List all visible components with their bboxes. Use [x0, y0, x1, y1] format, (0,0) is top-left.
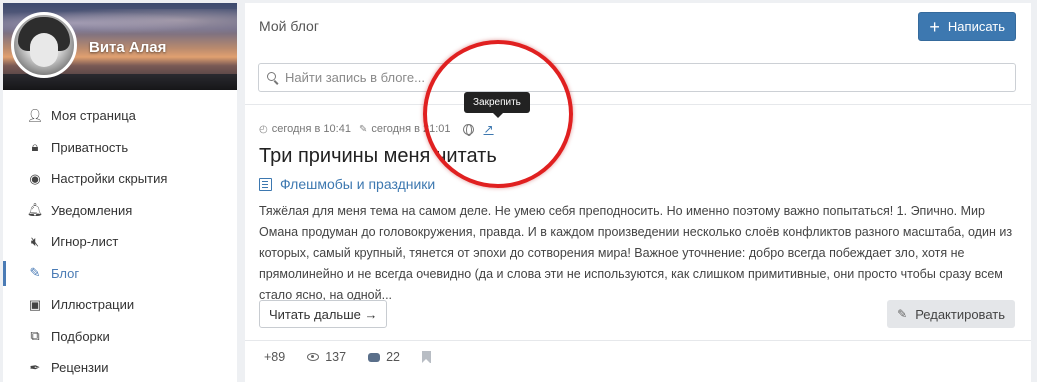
- pencil-icon: ✎: [358, 123, 368, 135]
- collections-icon: ⧉: [30, 328, 40, 344]
- avatar-face: [30, 33, 58, 67]
- profile-header[interactable]: Вита Алая: [3, 3, 237, 90]
- globe-icon[interactable]: [462, 123, 474, 136]
- eye-icon: [307, 353, 320, 361]
- bookmark[interactable]: [421, 351, 431, 363]
- post-excerpt: Тяжёлая для меня тема на самом деле. Не …: [259, 204, 1013, 302]
- sidebar: Вита Алая 👤︎ Моя страница 🔒︎ Приватность ◉…: [3, 3, 237, 382]
- views: 137: [307, 350, 346, 364]
- write-button[interactable]: + Написать: [918, 12, 1016, 41]
- sidebar-item-label: Игнор-лист: [51, 234, 119, 250]
- sidebar-item-notifications[interactable]: 🔔︎ Уведомления: [3, 195, 237, 227]
- post-edited-time: сегодня в 21:01: [371, 123, 451, 135]
- sidebar-item-my-page[interactable]: 👤︎ Моя страница: [3, 100, 237, 132]
- post-created-time: сегодня в 10:41: [271, 123, 351, 135]
- sidebar-item-reviews[interactable]: ✒ Рецензии: [3, 352, 237, 382]
- comments-count: 22: [386, 350, 400, 364]
- sidebar-item-label: Подборки: [51, 328, 110, 344]
- lock-icon: 🔒︎: [31, 139, 39, 155]
- sidebar-item-label: Приватность: [51, 139, 129, 155]
- document-icon: [259, 177, 272, 191]
- pencil-icon: ✎: [897, 307, 908, 321]
- sidebar-item-label: Уведомления: [51, 202, 133, 218]
- sidebar-item-label: Моя страница: [51, 108, 136, 124]
- sidebar-item-ignore-list[interactable]: 🔇︎ Игнор-лист: [3, 226, 237, 258]
- blog-panel: Мой блог + Написать ◴ сегодня в 10:41 ✎ …: [245, 3, 1031, 382]
- post-meta: ◴ сегодня в 10:41 ✎ сегодня в 21:01 ↗: [259, 122, 494, 136]
- page-title: Мой блог: [259, 18, 319, 34]
- clock-icon: ◴: [259, 123, 268, 135]
- views-count: 137: [325, 350, 347, 364]
- search-box[interactable]: [258, 63, 1016, 92]
- pin-tooltip: Закрепить: [464, 92, 530, 118]
- divider: [245, 340, 1031, 341]
- sidebar-item-label: Блог: [51, 265, 80, 281]
- post-category[interactable]: Флешмобы и праздники: [259, 176, 435, 192]
- bell-icon: 🔔︎: [26, 202, 44, 218]
- sidebar-item-label: Иллюстрации: [51, 297, 135, 313]
- search-icon: [267, 71, 279, 84]
- sidebar-item-label: Настройки скрытия: [51, 171, 168, 187]
- plus-icon: +: [929, 16, 940, 37]
- comments[interactable]: 22: [368, 350, 400, 364]
- edit-button[interactable]: ✎ Редактировать: [887, 300, 1015, 328]
- sidebar-menu: 👤︎ Моя страница 🔒︎ Приватность ◉ Настройки …: [3, 90, 237, 382]
- sidebar-item-blog[interactable]: ✎ Блог: [3, 258, 237, 290]
- user-icon: 👤︎: [26, 107, 44, 123]
- comments-icon: [368, 352, 381, 362]
- eye-slash-icon: ◉: [29, 170, 41, 186]
- read-more-button[interactable]: Читать дальше →: [259, 300, 388, 328]
- sidebar-item-illustrations[interactable]: ▣ Иллюстрации: [3, 289, 237, 321]
- image-icon: ▣: [28, 296, 42, 312]
- rating[interactable]: +89: [264, 350, 285, 364]
- write-button-label: Написать: [947, 19, 1005, 34]
- quill-icon: ✒: [29, 359, 41, 375]
- divider: [245, 104, 1031, 105]
- post-stats: +89 137 22: [264, 350, 453, 364]
- avatar[interactable]: [11, 12, 77, 78]
- sidebar-item-collections[interactable]: ⧉ Подборки: [3, 321, 237, 353]
- blog-icon: ✎: [29, 265, 41, 281]
- post-category-label: Флешмобы и праздники: [280, 176, 436, 192]
- volume-off-icon: 🔇︎: [30, 233, 40, 249]
- rating-value: +89: [264, 350, 286, 364]
- bookmark-icon: [421, 351, 431, 363]
- pin-icon[interactable]: ↗: [484, 122, 494, 136]
- profile-name[interactable]: Вита Алая: [89, 39, 166, 56]
- search-input[interactable]: [285, 70, 1015, 85]
- post-title[interactable]: Три причины меня читать: [259, 145, 497, 168]
- sidebar-item-label: Рецензии: [51, 360, 109, 376]
- sidebar-item-privacy[interactable]: 🔒︎ Приватность: [3, 132, 237, 164]
- edit-button-label: Редактировать: [915, 306, 1005, 322]
- sidebar-item-hide-settings[interactable]: ◉ Настройки скрытия: [3, 163, 237, 195]
